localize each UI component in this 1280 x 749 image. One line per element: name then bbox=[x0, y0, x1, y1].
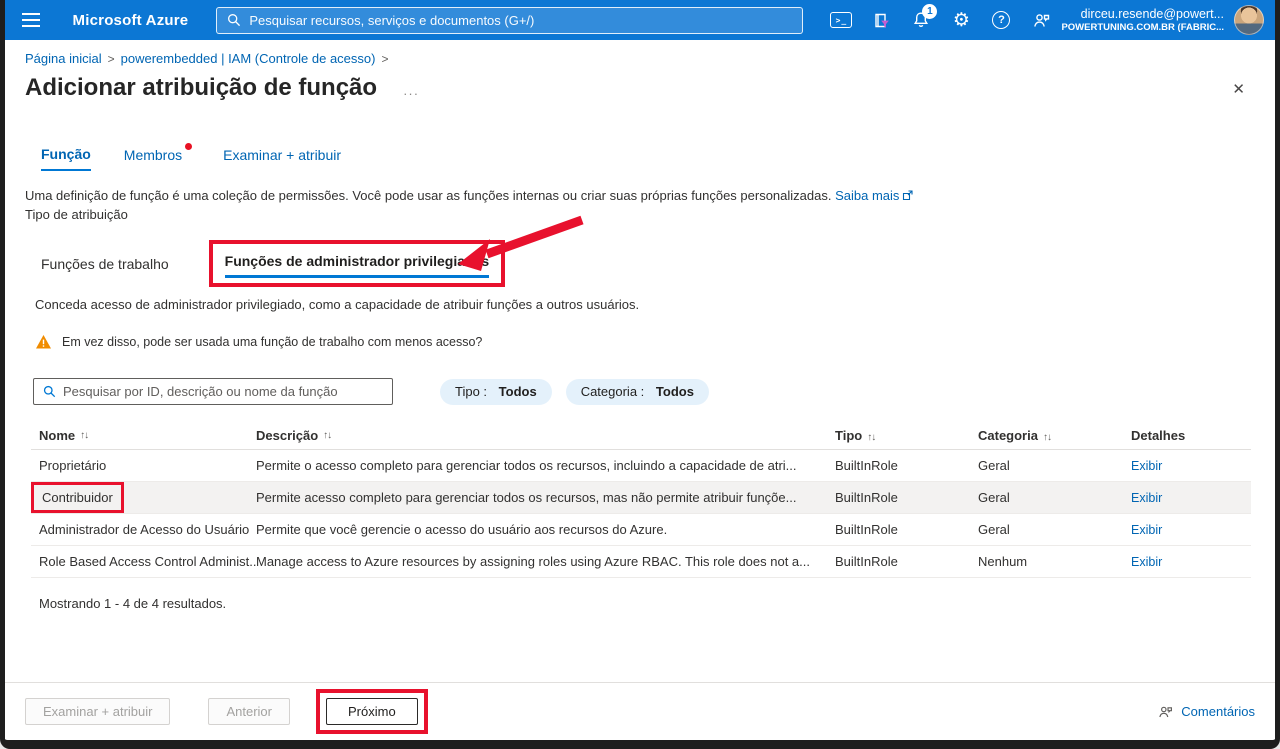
filter-bar: Tipo : Todos Categoria : Todos bbox=[33, 378, 1275, 405]
roles-table: Nome ↑↓ Descrição ↑↓ Tipo ↑↓ Categoria ↑↓ De… bbox=[31, 421, 1251, 578]
table-row-rbac-admin[interactable]: Role Based Access Control Administ... Ma… bbox=[31, 546, 1251, 578]
results-summary: Mostrando 1 - 4 de 4 resultados. bbox=[39, 596, 1275, 611]
annotation-box-contribuidor: Contribuidor bbox=[31, 482, 124, 513]
filter-categoria[interactable]: Categoria : Todos bbox=[566, 379, 709, 405]
annotation-box-proximo: Próximo bbox=[316, 689, 428, 734]
assignment-type-label: Tipo de atribuição bbox=[25, 207, 1275, 222]
role-type-tabs: Funções de trabalho Funções de administr… bbox=[41, 240, 1275, 287]
col-detalhes: Detalhes bbox=[1131, 428, 1251, 443]
tab-funcao[interactable]: Função bbox=[41, 146, 91, 171]
privileged-description: Conceda acesso de administrador privileg… bbox=[35, 297, 1251, 312]
feedback-label: Comentários bbox=[1181, 704, 1255, 719]
sort-icon: ↑↓ bbox=[1043, 432, 1051, 443]
tab-funcoes-admin-privilegiadas[interactable]: Funções de administrador privilegiadas bbox=[225, 253, 490, 278]
feedback-button[interactable]: Comentários bbox=[1157, 704, 1255, 720]
col-tipo[interactable]: Tipo bbox=[835, 428, 862, 443]
settings-gear-icon[interactable]: ⚙ bbox=[941, 0, 981, 40]
chevron-right-icon: > bbox=[102, 52, 121, 66]
notification-badge: 1 bbox=[922, 4, 937, 19]
warning-text: Em vez disso, pode ser usada uma função … bbox=[62, 335, 482, 349]
tab-membros[interactable]: Membros bbox=[124, 146, 182, 171]
search-icon bbox=[227, 13, 241, 27]
filter-pills: Tipo : Todos Categoria : Todos bbox=[440, 379, 709, 405]
user-email: dirceu.resende@powert... bbox=[1061, 6, 1224, 22]
annotation-box-privileged-tab: Funções de administrador privilegiadas bbox=[209, 240, 506, 287]
cloud-shell-icon[interactable]: >_ bbox=[821, 0, 861, 40]
menu-icon[interactable] bbox=[5, 0, 57, 40]
notifications-bell-icon[interactable]: 1 bbox=[901, 0, 941, 40]
page-title: Adicionar atribuição de função bbox=[25, 74, 377, 102]
close-icon[interactable]: ✕ bbox=[1232, 80, 1245, 98]
proximo-button[interactable]: Próximo bbox=[326, 698, 418, 725]
tab-examinar-atribuir[interactable]: Examinar + atribuir bbox=[223, 146, 341, 171]
anterior-button[interactable]: Anterior bbox=[208, 698, 290, 725]
exibir-link[interactable]: Exibir bbox=[1131, 555, 1162, 569]
directory-filter-icon[interactable] bbox=[861, 0, 901, 40]
wizard-tabs: Função Membros Examinar + atribuir bbox=[41, 146, 1275, 171]
breadcrumb-resource-link[interactable]: powerembedded | IAM (Controle de acesso) bbox=[121, 51, 376, 66]
saiba-mais-link[interactable]: Saiba mais bbox=[835, 188, 899, 203]
avatar[interactable] bbox=[1234, 5, 1264, 35]
exibir-link[interactable]: Exibir bbox=[1131, 491, 1162, 505]
sort-icon: ↑↓ bbox=[867, 432, 875, 443]
global-search-input[interactable] bbox=[249, 13, 792, 28]
breadcrumb-home-link[interactable]: Página inicial bbox=[25, 51, 102, 66]
help-icon[interactable]: ? bbox=[981, 0, 1021, 40]
examinar-atribuir-button[interactable]: Examinar + atribuir bbox=[25, 698, 170, 725]
role-search-input[interactable] bbox=[63, 384, 383, 399]
exibir-link[interactable]: Exibir bbox=[1131, 523, 1162, 537]
intro-text: Uma definição de função é uma coleção de… bbox=[25, 188, 1251, 203]
col-descricao[interactable]: Descrição bbox=[256, 428, 318, 443]
filter-tipo[interactable]: Tipo : Todos bbox=[440, 379, 552, 405]
user-tenant: POWERTUNING.COM.BR (FABRIC... bbox=[1061, 22, 1224, 34]
breadcrumb: Página inicial>powerembedded | IAM (Cont… bbox=[25, 51, 1275, 66]
azure-portal-window: Microsoft Azure >_ 1 ⚙ ? bbox=[0, 0, 1280, 749]
topbar-icons: >_ 1 ⚙ ? bbox=[821, 0, 1061, 40]
tab-funcoes-trabalho[interactable]: Funções de trabalho bbox=[41, 256, 169, 272]
page-header: Adicionar atribuição de função ··· ✕ bbox=[25, 74, 1245, 102]
sort-icon: ↑↓ bbox=[323, 430, 331, 441]
feedback-icon[interactable] bbox=[1021, 0, 1061, 40]
table-row-contribuidor[interactable]: Contribuidor Permite acesso completo par… bbox=[31, 482, 1251, 514]
wizard-footer: Examinar + atribuir Anterior Próximo Com… bbox=[5, 682, 1275, 740]
table-row-admin-acesso[interactable]: Administrador de Acesso do Usuário Permi… bbox=[31, 514, 1251, 546]
sort-icon: ↑↓ bbox=[80, 430, 88, 441]
external-link-icon bbox=[902, 190, 913, 201]
table-row-proprietario[interactable]: Proprietário Permite o acesso completo p… bbox=[31, 450, 1251, 482]
warning-banner: Em vez disso, pode ser usada uma função … bbox=[35, 334, 1275, 350]
brand-title[interactable]: Microsoft Azure bbox=[73, 12, 189, 29]
required-dot bbox=[185, 143, 192, 150]
warning-icon bbox=[35, 334, 52, 350]
account-menu[interactable]: dirceu.resende@powert... POWERTUNING.COM… bbox=[1061, 6, 1224, 35]
topbar: Microsoft Azure >_ 1 ⚙ ? bbox=[5, 0, 1275, 40]
role-search[interactable] bbox=[33, 378, 393, 405]
table-header: Nome ↑↓ Descrição ↑↓ Tipo ↑↓ Categoria ↑↓ De… bbox=[31, 421, 1251, 450]
chevron-right-icon: > bbox=[375, 52, 394, 66]
feedback-person-icon bbox=[1157, 704, 1174, 720]
col-nome[interactable]: Nome bbox=[39, 428, 75, 443]
global-search[interactable] bbox=[216, 7, 803, 34]
more-options-icon[interactable]: ··· bbox=[403, 86, 419, 101]
exibir-link[interactable]: Exibir bbox=[1131, 459, 1162, 473]
search-icon bbox=[43, 385, 56, 398]
col-categoria[interactable]: Categoria bbox=[978, 428, 1038, 443]
